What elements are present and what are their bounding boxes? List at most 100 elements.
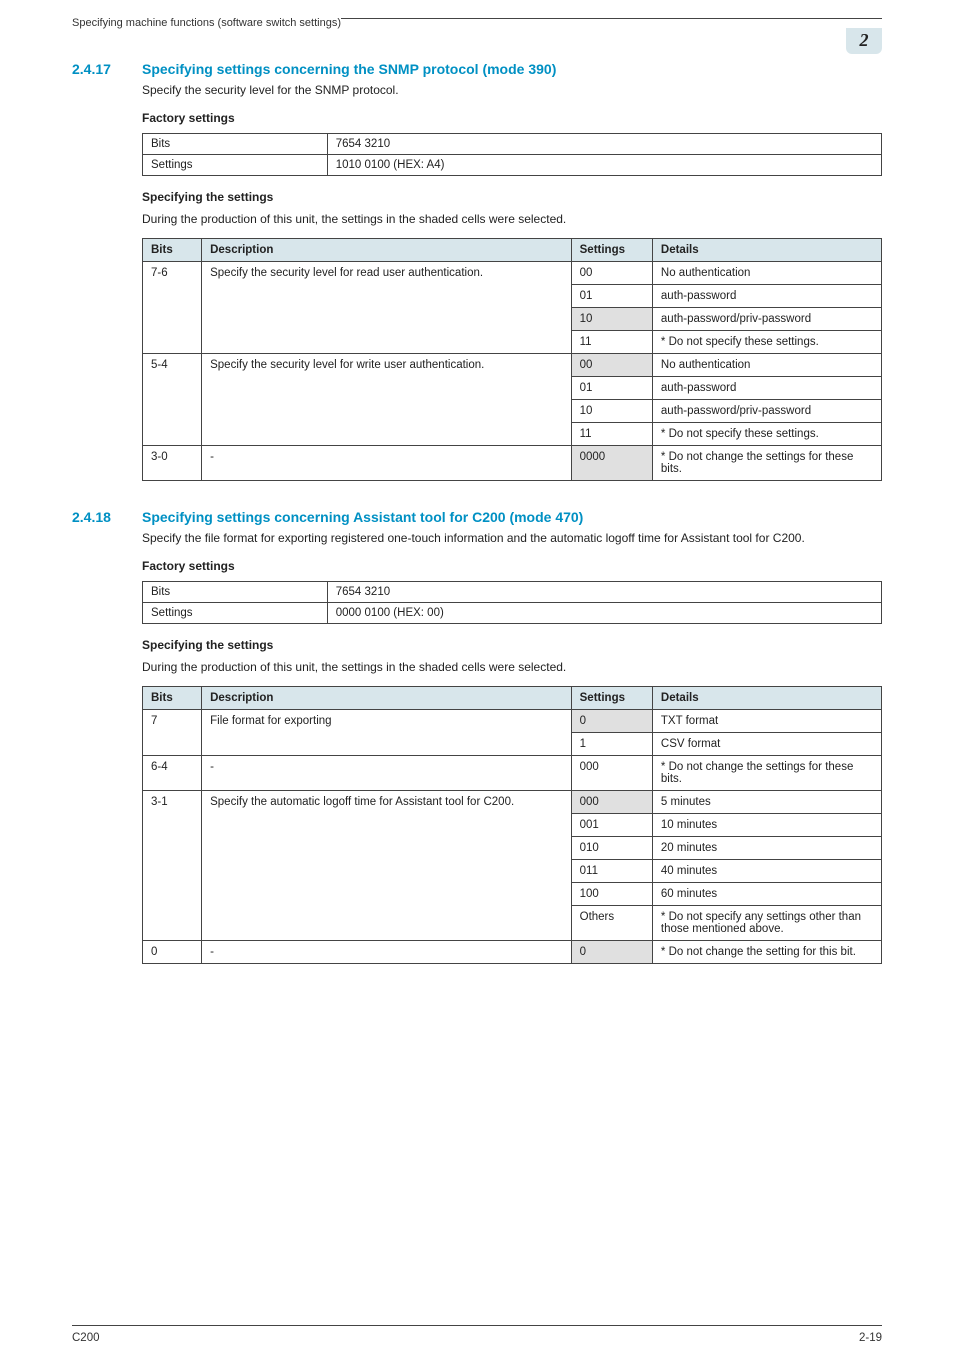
- section-body: Specify the security level for the SNMP …: [142, 83, 882, 481]
- specifying-intro: During the production of this unit, the …: [142, 212, 882, 226]
- cell-details: * Do not change the settings for these b…: [652, 756, 881, 791]
- cell-settings: 000: [571, 756, 652, 791]
- cell-details: 5 minutes: [652, 791, 881, 814]
- table-row: Bits 7654 3210: [143, 134, 882, 155]
- factory-bits-label: Bits: [143, 582, 328, 603]
- cell-desc: -: [202, 941, 572, 964]
- factory-settings-table: Bits 7654 3210 Settings 1010 0100 (HEX: …: [142, 133, 882, 176]
- cell-bits: 5-4: [143, 354, 202, 446]
- specifying-heading: Specifying the settings: [142, 190, 882, 204]
- table-row: Settings 1010 0100 (HEX: A4): [143, 155, 882, 176]
- factory-bits-value: 7654 3210: [327, 582, 881, 603]
- cell-settings: 0: [571, 941, 652, 964]
- settings-detail-table-470: Bits Description Settings Details 7 File…: [142, 686, 882, 964]
- cell-desc: Specify the automatic logoff time for As…: [202, 791, 572, 941]
- cell-desc: Specify the security level for read user…: [202, 262, 572, 354]
- section-intro: Specify the security level for the SNMP …: [142, 83, 882, 97]
- cell-desc: File format for exporting: [202, 710, 572, 756]
- section-number: 2.4.18: [72, 509, 118, 525]
- cell-settings: 001: [571, 814, 652, 837]
- cell-settings: 1: [571, 733, 652, 756]
- cell-bits: 0: [143, 941, 202, 964]
- cell-settings: 00: [571, 262, 652, 285]
- table-row: Settings 0000 0100 (HEX: 00): [143, 603, 882, 624]
- cell-settings: 01: [571, 377, 652, 400]
- chapter-badge: 2: [846, 28, 882, 54]
- table-header-row: Bits Description Settings Details: [143, 239, 882, 262]
- table-row: 0 - 0 * Do not change the setting for th…: [143, 941, 882, 964]
- cell-details: * Do not change the setting for this bit…: [652, 941, 881, 964]
- col-bits: Bits: [143, 687, 202, 710]
- cell-settings: 01: [571, 285, 652, 308]
- cell-bits: 3-0: [143, 446, 202, 481]
- cell-settings: 0000: [571, 446, 652, 481]
- footer-right: 2-19: [859, 1332, 882, 1344]
- cell-details: * Do not specify these settings.: [652, 423, 881, 446]
- section-heading-2-4-18: 2.4.18 Specifying settings concerning As…: [72, 509, 882, 525]
- cell-details: CSV format: [652, 733, 881, 756]
- cell-settings: 011: [571, 860, 652, 883]
- cell-settings: Others: [571, 906, 652, 941]
- cell-bits: 6-4: [143, 756, 202, 791]
- page-footer: C200 2-19: [72, 1325, 882, 1344]
- settings-detail-table-390: Bits Description Settings Details 7-6 Sp…: [142, 238, 882, 481]
- cell-desc: -: [202, 756, 572, 791]
- cell-details: No authentication: [652, 354, 881, 377]
- cell-details: TXT format: [652, 710, 881, 733]
- footer-left: C200: [72, 1332, 100, 1344]
- section-title: Specifying settings concerning Assistant…: [142, 509, 583, 525]
- cell-details: auth-password: [652, 377, 881, 400]
- cell-settings: 0: [571, 710, 652, 733]
- section-intro: Specify the file format for exporting re…: [142, 531, 882, 545]
- table-row: 3-1 Specify the automatic logoff time fo…: [143, 791, 882, 814]
- cell-settings: 00: [571, 354, 652, 377]
- section-heading-2-4-17: 2.4.17 Specifying settings concerning th…: [72, 61, 882, 77]
- cell-details: auth-password/priv-password: [652, 308, 881, 331]
- factory-settings-label: Settings: [143, 603, 328, 624]
- factory-bits-label: Bits: [143, 134, 328, 155]
- cell-settings: 11: [571, 423, 652, 446]
- table-header-row: Bits Description Settings Details: [143, 687, 882, 710]
- cell-details: * Do not specify these settings.: [652, 331, 881, 354]
- col-details: Details: [652, 687, 881, 710]
- cell-details: No authentication: [652, 262, 881, 285]
- cell-bits: 7-6: [143, 262, 202, 354]
- cell-details: 40 minutes: [652, 860, 881, 883]
- cell-settings: 010: [571, 837, 652, 860]
- factory-settings-label: Settings: [143, 155, 328, 176]
- cell-settings: 11: [571, 331, 652, 354]
- cell-details: 20 minutes: [652, 837, 881, 860]
- cell-settings: 100: [571, 883, 652, 906]
- cell-settings: 000: [571, 791, 652, 814]
- cell-details: * Do not change the settings for these b…: [652, 446, 881, 481]
- section-title: Specifying settings concerning the SNMP …: [142, 61, 556, 77]
- factory-settings-table: Bits 7654 3210 Settings 0000 0100 (HEX: …: [142, 581, 882, 624]
- section-body: Specify the file format for exporting re…: [142, 531, 882, 964]
- cell-details: 10 minutes: [652, 814, 881, 837]
- col-details: Details: [652, 239, 881, 262]
- specifying-intro: During the production of this unit, the …: [142, 660, 882, 674]
- table-row: 7-6 Specify the security level for read …: [143, 262, 882, 285]
- page: Specifying machine functions (software s…: [0, 18, 954, 1368]
- running-title: Specifying machine functions (software s…: [72, 17, 341, 33]
- cell-desc: Specify the security level for write use…: [202, 354, 572, 446]
- section-number: 2.4.17: [72, 61, 118, 77]
- table-row: Bits 7654 3210: [143, 582, 882, 603]
- factory-bits-value: 7654 3210: [327, 134, 881, 155]
- cell-desc: -: [202, 446, 572, 481]
- col-bits: Bits: [143, 239, 202, 262]
- cell-bits: 3-1: [143, 791, 202, 941]
- cell-details: 60 minutes: [652, 883, 881, 906]
- specifying-heading: Specifying the settings: [142, 638, 882, 652]
- col-settings: Settings: [571, 687, 652, 710]
- factory-settings-heading: Factory settings: [142, 111, 882, 125]
- cell-details: auth-password/priv-password: [652, 400, 881, 423]
- table-row: 6-4 - 000 * Do not change the settings f…: [143, 756, 882, 791]
- cell-details: auth-password: [652, 285, 881, 308]
- factory-settings-value: 1010 0100 (HEX: A4): [327, 155, 881, 176]
- table-row: 3-0 - 0000 * Do not change the settings …: [143, 446, 882, 481]
- cell-bits: 7: [143, 710, 202, 756]
- cell-details: * Do not specify any settings other than…: [652, 906, 881, 941]
- factory-settings-heading: Factory settings: [142, 559, 882, 573]
- col-description: Description: [202, 687, 572, 710]
